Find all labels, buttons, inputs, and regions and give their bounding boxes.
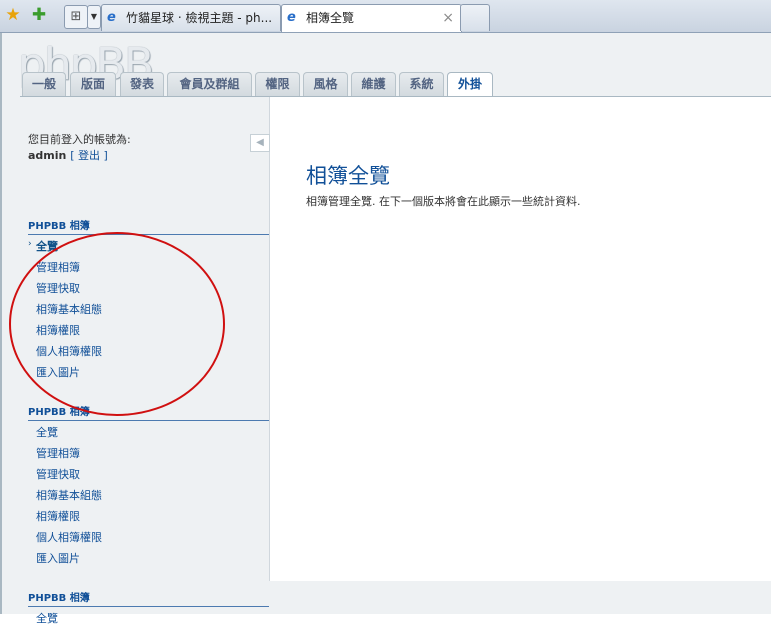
tab-posting[interactable]: 發表 <box>120 72 164 96</box>
logged-in-user: admin [ 登出 ] <box>28 147 108 163</box>
collapse-menu-icon[interactable]: ◀ <box>250 134 270 152</box>
menu-item-album-config[interactable]: 相簿基本組態 <box>36 301 102 317</box>
browser-tab-label: 竹貓星球 ‧ 檢視主題 - ph... <box>126 11 273 25</box>
favorites-star-icon[interactable]: ★ <box>4 6 22 24</box>
menu-item-overview[interactable]: 全覽 <box>36 610 58 626</box>
tab-forums[interactable]: 版面 <box>70 72 116 96</box>
add-favorite-icon[interactable]: ✚ <box>30 6 48 24</box>
quick-tabs-icon[interactable]: ⊞ <box>64 5 88 29</box>
menu-item-album-permissions[interactable]: 相簿權限 <box>36 508 80 524</box>
menu-item-overview[interactable]: 全覽 <box>36 424 58 440</box>
close-tab-icon[interactable]: × <box>442 5 454 31</box>
tab-users-groups[interactable]: 會員及群組 <box>167 72 252 96</box>
menu-section-title: PHPBB 相簿 <box>28 589 269 607</box>
menu-item-manage-albums[interactable]: 管理相簿 <box>36 259 80 275</box>
tab-permissions[interactable]: 權限 <box>255 72 300 96</box>
ie-page-icon: e <box>287 10 296 25</box>
new-tab-button[interactable] <box>460 4 490 31</box>
menu-item-overview[interactable]: 全覽 <box>36 238 58 254</box>
logout-link[interactable]: [ 登出 ] <box>70 149 108 162</box>
tab-general[interactable]: 一般 <box>22 72 66 96</box>
sidebar: 您目前登入的帳號為: admin [ 登出 ] ◀ PHPBB 相簿 › 全覽 … <box>18 97 270 625</box>
menu-item-manage-cache[interactable]: 管理快取 <box>36 466 80 482</box>
menu-item-import-images[interactable]: 匯入圖片 <box>36 364 80 380</box>
menu-item-album-config[interactable]: 相簿基本組態 <box>36 487 102 503</box>
menu-item-personal-permissions[interactable]: 個人相簿權限 <box>36 529 102 545</box>
tab-maintenance[interactable]: 維護 <box>351 72 396 96</box>
menu-section-title: PHPBB 相簿 <box>28 403 269 421</box>
tab-mods[interactable]: 外掛 <box>447 72 493 98</box>
menu-item-manage-albums[interactable]: 管理相簿 <box>36 445 80 461</box>
menu-item-manage-cache[interactable]: 管理快取 <box>36 280 80 296</box>
current-item-arrow-icon: › <box>28 239 32 249</box>
logged-in-label: 您目前登入的帳號為: <box>28 133 131 146</box>
menu-item-import-images[interactable]: 匯入圖片 <box>36 550 80 566</box>
browser-tab-active[interactable]: e 相簿全覽 × <box>281 4 462 32</box>
browser-tab[interactable]: e 竹貓星球 ‧ 檢視主題 - ph... <box>101 4 281 31</box>
browser-tab-bar: ★ ✚ ⊞ ▼ e 竹貓星球 ‧ 檢視主題 - ph... e 相簿全覽 × <box>0 0 771 33</box>
menu-section-title: PHPBB 相簿 <box>28 217 269 235</box>
menu-item-album-permissions[interactable]: 相簿權限 <box>36 322 80 338</box>
tab-list-dropdown-icon[interactable]: ▼ <box>87 5 101 29</box>
ie-page-icon: e <box>107 10 116 25</box>
browser-tab-label: 相簿全覽 <box>306 11 355 25</box>
tab-system[interactable]: 系統 <box>399 72 444 96</box>
page-description: 相簿管理全覽. 在下一個版本將會在此顯示一些統計資料. <box>306 195 581 208</box>
tab-styles[interactable]: 風格 <box>303 72 348 96</box>
username: admin <box>28 149 67 162</box>
menu-item-personal-permissions[interactable]: 個人相簿權限 <box>36 343 102 359</box>
page-title: 相簿全覽 <box>306 164 390 188</box>
